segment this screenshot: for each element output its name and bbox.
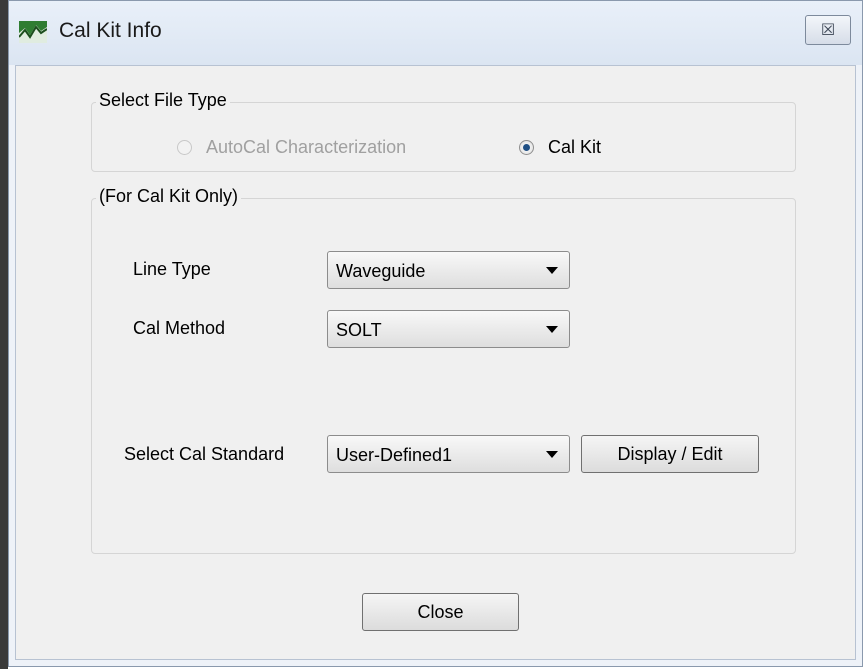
file-type-group-label: Select File Type — [96, 90, 230, 111]
autocal-characterization-radio[interactable]: AutoCal Characterization — [177, 136, 406, 158]
close-button[interactable]: Close — [362, 593, 519, 631]
title-bar[interactable]: Cal Kit Info ☒ — [9, 1, 862, 65]
cal-kit-options-group-label: (For Cal Kit Only) — [96, 186, 242, 207]
chevron-down-icon — [546, 451, 558, 458]
cal-method-dropdown[interactable]: SOLT — [327, 310, 570, 348]
dialog-body: Select File Type AutoCal Characterizatio… — [15, 65, 856, 660]
cal-method-value: SOLT — [336, 320, 382, 340]
background-edge — [0, 0, 8, 669]
cal-kit-radio[interactable]: Cal Kit — [519, 136, 601, 158]
cal-kit-options-group: (For Cal Kit Only) Line Type Waveguide C… — [91, 186, 796, 554]
cal-kit-label: Cal Kit — [548, 136, 602, 157]
cal-kit-info-dialog: Cal Kit Info ☒ Select File Type AutoCal … — [8, 0, 863, 667]
cal-standard-value: User-Defined1 — [336, 445, 453, 465]
radio-selected-icon — [519, 139, 534, 155]
close-icon[interactable]: ☒ — [805, 15, 851, 45]
radio-icon — [177, 139, 192, 155]
chevron-down-icon — [546, 267, 558, 274]
window-title: Cal Kit Info — [59, 19, 162, 42]
line-type-label: Line Type — [133, 259, 211, 279]
cal-method-label: Cal Method — [133, 318, 226, 338]
line-type-dropdown[interactable]: Waveguide — [327, 251, 570, 289]
display-edit-button[interactable]: Display / Edit — [581, 435, 759, 473]
chevron-down-icon — [546, 326, 558, 333]
autocal-characterization-label: AutoCal Characterization — [206, 136, 407, 157]
cal-kit-app-icon — [19, 21, 47, 43]
file-type-group: Select File Type AutoCal Characterizatio… — [91, 90, 796, 172]
cal-standard-dropdown[interactable]: User-Defined1 — [327, 435, 570, 473]
line-type-value: Waveguide — [336, 261, 426, 281]
select-cal-standard-label: Select Cal Standard — [124, 444, 285, 464]
